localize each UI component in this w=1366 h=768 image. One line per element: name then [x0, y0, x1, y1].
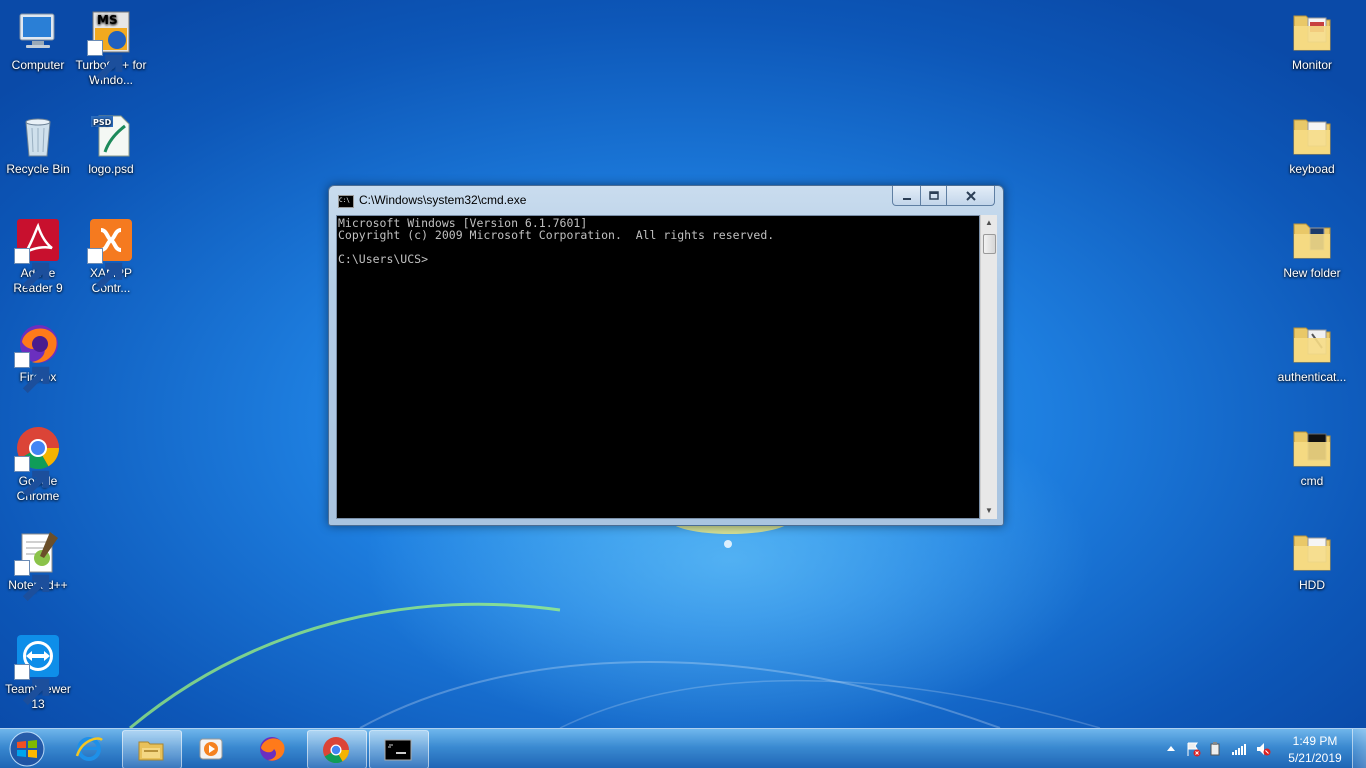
computer-icon [14, 8, 62, 56]
desktop-icon-xampp[interactable]: XAMPP Contr... [73, 216, 149, 296]
desktop[interactable]: Computer MS TurboC++ for Windo... Recycl… [0, 0, 1366, 768]
notepad-plus-plus-icon [14, 528, 62, 602]
show-desktop-button[interactable] [1352, 729, 1366, 768]
chrome-icon [323, 737, 350, 764]
internet-explorer-icon [75, 737, 103, 761]
network-signal-icon[interactable] [1231, 741, 1247, 757]
shortcut-arrow-icon [14, 560, 50, 602]
desktop-folder-monitor[interactable]: Monitor [1274, 8, 1350, 73]
desktop-icon-recycle-bin[interactable]: Recycle Bin [0, 112, 76, 177]
desktop-folder-hdd[interactable]: HDD [1274, 528, 1350, 593]
psd-file-icon: PSD [87, 112, 135, 160]
chrome-icon [14, 424, 62, 498]
adobe-reader-icon [14, 216, 62, 290]
vertical-scrollbar[interactable]: ▲ ▼ [980, 215, 997, 519]
action-center-flag-icon[interactable] [1185, 741, 1201, 757]
desktop-folder-authenticat[interactable]: authenticat... [1274, 320, 1350, 385]
maximize-icon [928, 191, 939, 200]
desktop-icon-turboc[interactable]: MS TurboC++ for Windo... [73, 8, 149, 88]
desktop-icon-label: Recycle Bin [6, 162, 70, 176]
cmd-icon [384, 739, 412, 761]
taskbar-windows-explorer[interactable] [122, 730, 182, 768]
firefox-icon [260, 737, 285, 761]
desktop-icon-label: Monitor [1291, 58, 1332, 72]
window-title: C:\Windows\system32\cmd.exe [359, 193, 527, 207]
turboc-icon: MS [87, 8, 135, 82]
firefox-icon [14, 320, 62, 394]
folder-icon [1288, 528, 1336, 576]
desktop-icon-label: HDD [1299, 578, 1325, 592]
desktop-icon-teamviewer[interactable]: TeamViewer 13 [0, 632, 76, 712]
shortcut-arrow-icon [87, 248, 123, 290]
psd-badge-text: PSD [93, 118, 112, 127]
cmd-window[interactable]: C:\ C:\Windows\system32\cmd.exe Microsof… [328, 185, 1004, 526]
clock-date[interactable]: 5/21/2019 [1280, 751, 1350, 765]
shortcut-arrow-icon [87, 40, 123, 82]
desktop-icon-label: New folder [1283, 266, 1341, 280]
minimize-button[interactable] [892, 186, 921, 206]
taskbar-chrome[interactable] [307, 730, 367, 768]
desktop-icon-firefox[interactable]: Firefox [0, 320, 76, 394]
desktop-icon-label: cmd [1300, 474, 1324, 488]
desktop-icon-notepad-plus-plus[interactable]: Notepad++ [0, 528, 76, 602]
desktop-icon-google-chrome[interactable]: Google Chrome [0, 424, 76, 504]
start-button[interactable] [4, 730, 50, 768]
taskbar: 1:49 PM 5/21/2019 [0, 728, 1366, 768]
volume-muted-icon[interactable] [1255, 741, 1271, 757]
windows-logo-icon [9, 731, 45, 767]
recycle-bin-icon [14, 112, 62, 160]
desktop-folder-cmd[interactable]: cmd [1274, 424, 1350, 489]
desktop-icon-computer[interactable]: Computer [0, 8, 76, 73]
minimize-icon [902, 198, 911, 200]
folder-icon [1288, 216, 1336, 264]
taskbar-firefox[interactable] [244, 730, 302, 767]
scrollbar-thumb[interactable] [983, 234, 996, 254]
media-player-icon [199, 738, 223, 760]
console-line: Copyright (c) 2009 Microsoft Corporation… [338, 228, 775, 242]
close-button[interactable] [946, 186, 995, 206]
show-hidden-icons-arrow-icon[interactable] [1163, 741, 1179, 757]
scroll-up-arrow-icon[interactable]: ▲ [981, 215, 997, 231]
shortcut-arrow-icon [14, 664, 50, 706]
windows-explorer-icon [138, 741, 164, 761]
taskbar-internet-explorer[interactable] [61, 730, 119, 767]
taskbar-media-player[interactable] [183, 730, 241, 767]
shortcut-arrow-icon [14, 456, 50, 498]
clock-time[interactable]: 1:49 PM [1280, 734, 1350, 748]
teamviewer-icon [14, 632, 62, 706]
usb-device-icon[interactable] [1207, 741, 1223, 757]
shortcut-arrow-icon [14, 248, 50, 290]
window-titlebar[interactable]: C:\ C:\Windows\system32\cmd.exe [329, 186, 1003, 214]
cmd-app-icon[interactable]: C:\ [338, 195, 354, 208]
desktop-icon-adobe-reader[interactable]: Adobe Reader 9 [0, 216, 76, 296]
turboc-badge-text: MS [97, 13, 118, 27]
scroll-down-arrow-icon[interactable]: ▼ [981, 503, 997, 519]
folder-icon [1288, 8, 1336, 56]
close-icon [965, 191, 976, 201]
taskbar-cmd[interactable] [369, 730, 429, 768]
desktop-icon-label: authenticat... [1277, 370, 1347, 384]
xampp-icon [87, 216, 135, 290]
maximize-button[interactable] [920, 186, 947, 206]
shortcut-arrow-icon [14, 352, 50, 394]
desktop-folder-keyboad[interactable]: keyboad [1274, 112, 1350, 177]
desktop-icon-label: Computer [11, 58, 65, 72]
console-output[interactable]: Microsoft Windows [Version 6.1.7601] Cop… [336, 215, 980, 519]
desktop-icon-label: logo.psd [88, 162, 134, 176]
folder-icon [1288, 424, 1336, 472]
folder-icon [1288, 320, 1336, 368]
folder-icon [1288, 112, 1336, 160]
console-prompt[interactable]: C:\Users\UCS> [337, 253, 774, 265]
desktop-icon-label: keyboad [1289, 162, 1335, 176]
desktop-icon-logo-psd[interactable]: PSD logo.psd [73, 112, 149, 177]
desktop-folder-new-folder[interactable]: New folder [1274, 216, 1350, 281]
